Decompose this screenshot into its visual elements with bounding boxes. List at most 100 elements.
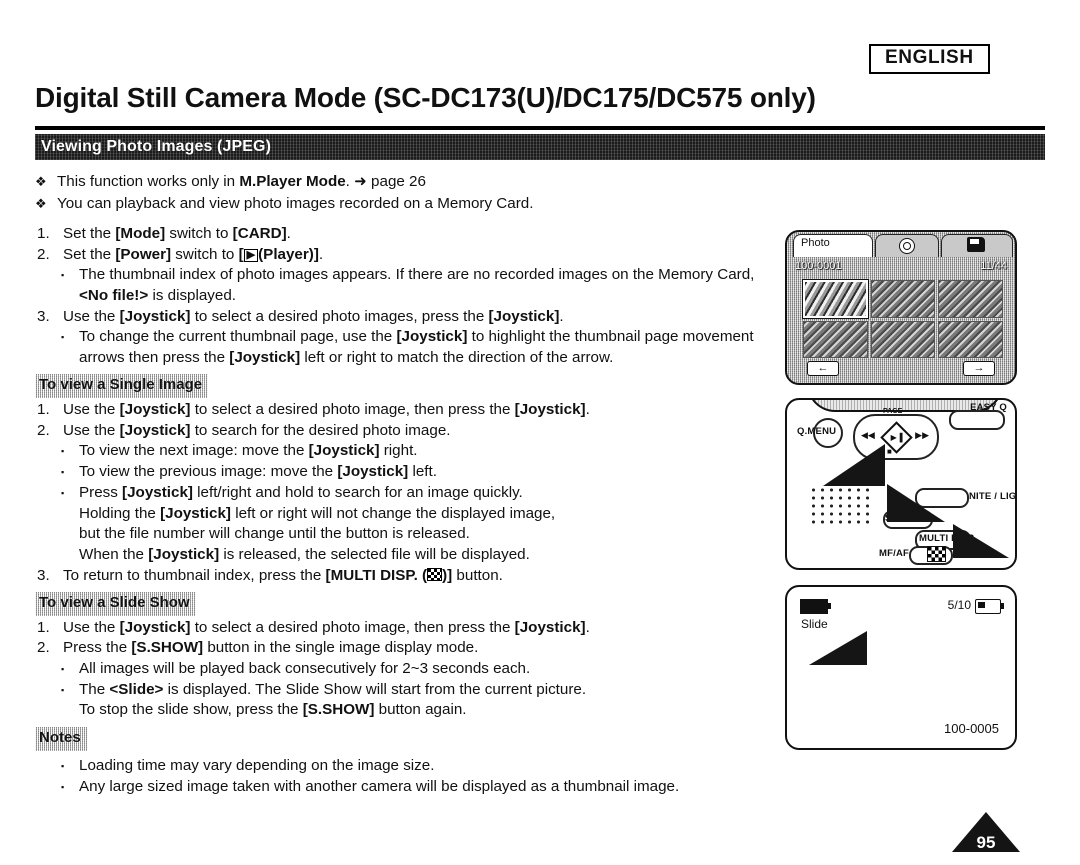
bullet-marker: ▪ [61,760,65,771]
pointer-arrow-multi-disp [953,524,1009,558]
joystick-play-icon: ▶▐ [890,433,903,442]
bullet-marker: ▪ [61,446,65,457]
single-image-bullets: ▪ To view the next image: move the [Joyst… [35,441,777,565]
easy-q-label: EASY Q [970,402,1007,413]
lcd-thumbnail-screen: Photo 100-0001 11/44 ← → [785,230,1017,385]
thumbnail-cell[interactable] [803,320,868,358]
still-image-icon [899,238,915,254]
section-title: Viewing Photo Images (JPEG) [41,138,272,155]
intro-text: You can playback and view photo images r… [57,194,534,212]
intro-text: This function works only in M.Player Mod… [57,173,426,190]
thumbnail-cell[interactable] [870,280,936,318]
bullet-item: ▪ Press [Joystick] left/right and hold to… [35,483,777,565]
language-badge: ENGLISH [869,44,990,74]
slide-mode-label: Slide [801,617,828,631]
pointer-arrow-slide-label [809,631,867,665]
subheading-notes-label: Notes [39,729,81,747]
numbered-step: 1. Use the [Joystick] to select a desired… [35,400,777,421]
slide-file-number-label: 100-0005 [944,721,999,736]
single-image-step-3: 3. To return to thumbnail index, press th… [35,566,777,587]
content-column: ❖ This function works only in M.Player Mo… [35,172,777,798]
bullet-text: Any large sized image taken with another… [79,777,680,795]
joystick-page-label: PAGE [883,408,903,415]
numbered-step: 3. Use the [Joystick] to select a desired… [35,307,777,328]
file-prefix-label: 100-0001 [795,260,842,272]
bullet-text: Press [Joystick] left/right and hold to … [79,484,556,563]
bullet-marker: ▪ [61,332,65,343]
illustration-slide-screen: 5/10 Slide 100-0005 [785,585,1017,750]
bullet-item: ▪ The thumbnail index of photo images app… [35,265,777,306]
subheading-single-image-label: To view a Single Image [39,376,203,394]
easy-q-button[interactable] [949,410,1005,430]
illustration-thumbnail-screen: Photo 100-0001 11/44 ← → [785,230,1017,385]
step-number: 2. [37,245,50,263]
bullet-item: ▪ To change the current thumbnail page, u… [35,327,777,368]
numbered-step: 2. Set the [Power] switch to [▶ (Player)]. [35,245,777,266]
numbered-step: 1. Set the [Mode] switch to [CARD]. [35,224,777,245]
thumbnail-page-next-arrow[interactable]: → [963,361,995,376]
multi-disp-checker-icon [927,546,946,562]
memory-card-icon [967,237,985,252]
section-header-band: Viewing Photo Images (JPEG) [35,134,1045,160]
main-substep-list-1: ▪ The thumbnail index of photo images app… [35,265,777,306]
step-number: 2. [37,421,50,439]
thumbnail-cell[interactable] [938,280,1003,318]
bullet-text: To change the current thumbnail page, us… [79,328,754,366]
joystick-stop-icon: ■ [887,447,892,456]
numbered-step: 2. Press the [S.SHOW] button in the singl… [35,638,777,659]
bullet-marker: ▪ [61,488,65,499]
bullet-item: ▪ All images will be played back consecut… [35,659,777,680]
intro-marker: ❖ [35,174,47,189]
bullet-text: All images will be played back consecuti… [79,659,531,677]
slide-counter-label: 5/10 [947,598,971,612]
subheading-single-image: To view a Single Image [35,374,208,398]
joystick-next-icon[interactable]: ▶▶ [915,430,929,441]
numbered-step: 1. Use the [Joystick] to select a desired… [35,618,777,639]
bullet-marker: ▪ [61,270,65,281]
image-counter-label: 11/44 [980,260,1007,272]
thumbnail-cell[interactable] [870,320,936,358]
illustration-control-panel: Q.MENU PAGE ◀◀ ▶▶ ▶▐ ■ EASY Q NITE / LIG… [785,398,1017,570]
bullet-text: The thumbnail index of photo images appe… [79,266,755,304]
step-text: Set the [Mode] switch to [CARD]. [63,225,291,243]
thumbnail-cell[interactable] [802,279,869,319]
main-steps-list: 1. Set the [Mode] switch to [CARD]. 2. Set … [35,224,777,265]
bullet-text: The <Slide> is displayed. The Slide Show… [79,680,587,719]
subheading-notes: Notes [35,727,87,751]
lcd-tab-bar: Photo [787,232,1015,258]
intro-marker: ❖ [35,195,47,211]
bullet-item: ▪ Loading time may vary depending on the … [35,756,777,777]
intro-item: ❖ This function works only in M.Player Mo… [35,172,777,193]
step-text: Use the [Joystick] to search for the des… [63,421,451,439]
slide-show-bullets: ▪ All images will be played back consecut… [35,659,777,721]
pointer-arrow-joystick [823,444,885,486]
single-image-steps: 1. Use the [Joystick] to select a desired… [35,400,777,441]
manual-page: ENGLISH Digital Still Camera Mode (SC-DC… [0,0,1080,865]
nite-light-label: NITE / LIGHT [969,491,1017,502]
thumbnail-cell[interactable] [938,320,1003,358]
main-substep-list-3: ▪ To change the current thumbnail page, u… [35,327,777,368]
bullet-marker: ▪ [61,663,65,674]
title-divider [35,126,1045,130]
notes-list: ▪ Loading time may vary depending on the … [35,756,777,798]
bullet-text: To view the previous image: move the [Jo… [79,463,437,481]
speaker-grille [809,486,871,524]
step-number: 1. [37,618,50,636]
step-number: 2. [37,639,50,657]
tab-photo-label: Photo [801,237,830,249]
mf-af-label: MF/AF [879,548,910,559]
bullet-marker: ▪ [61,467,65,478]
subheading-slide-show-label: To view a Slide Show [39,594,190,612]
thumbnail-page-prev-arrow[interactable]: ← [807,361,839,376]
q-menu-label: Q.MENU [797,426,837,437]
main-step-3: 3. Use the [Joystick] to select a desired… [35,307,777,328]
thumbnail-grid [802,279,1003,358]
lcd-slide-screen: 5/10 Slide 100-0005 [785,585,1017,750]
step-text: Press the [S.SHOW] button in the single … [63,639,479,657]
step-text: Set the [Power] switch to [▶ (Player)]. [63,245,324,263]
record-mode-icon [800,599,831,614]
bullet-text: Loading time may vary depending on the i… [79,756,435,774]
step-text: To return to thumbnail index, press the … [63,566,503,584]
joystick-prev-icon[interactable]: ◀◀ [861,430,875,441]
step-number: 1. [37,225,50,243]
